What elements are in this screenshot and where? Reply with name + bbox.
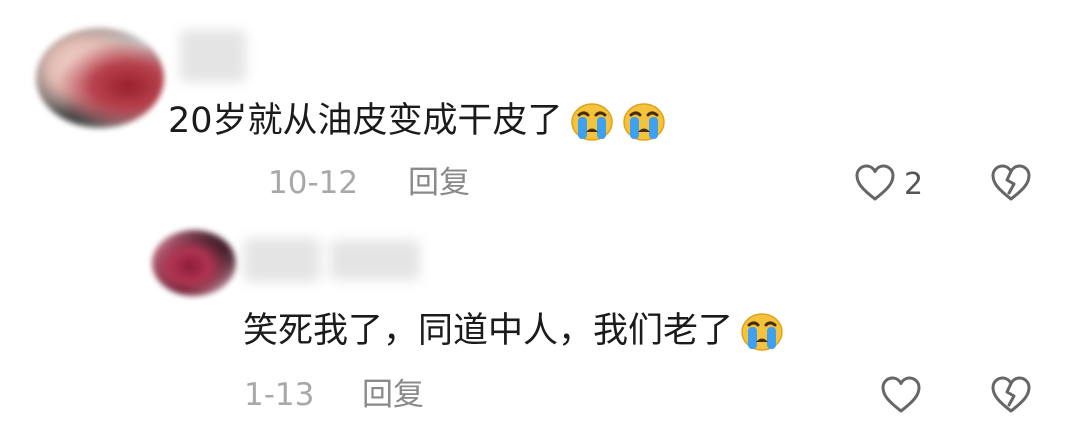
crying-face-icon: [741, 313, 783, 351]
comment-date: 1-13: [244, 377, 315, 413]
reply-button[interactable]: 回复: [408, 168, 470, 199]
avatar[interactable]: [152, 230, 236, 296]
crying-face-icon: [570, 103, 613, 141]
username-blurred[interactable]: [244, 238, 320, 282]
heart-icon[interactable]: [880, 375, 922, 415]
username-blurred[interactable]: [180, 30, 246, 82]
broken-heart-icon[interactable]: [990, 375, 1032, 415]
username-blurred[interactable]: [330, 240, 420, 280]
heart-icon[interactable]: [854, 163, 896, 203]
crying-face-icon: [622, 103, 665, 141]
like-count: 2: [904, 167, 924, 202]
avatar[interactable]: [36, 28, 164, 128]
broken-heart-icon[interactable]: [990, 163, 1032, 203]
reply-button[interactable]: 回复: [362, 380, 424, 411]
comment-text: 20岁就从油皮变成干皮了: [168, 100, 667, 142]
comment-date: 10-12: [268, 165, 359, 201]
reply-comment-text: 笑死我了，同道中人，我们老了: [243, 310, 785, 352]
